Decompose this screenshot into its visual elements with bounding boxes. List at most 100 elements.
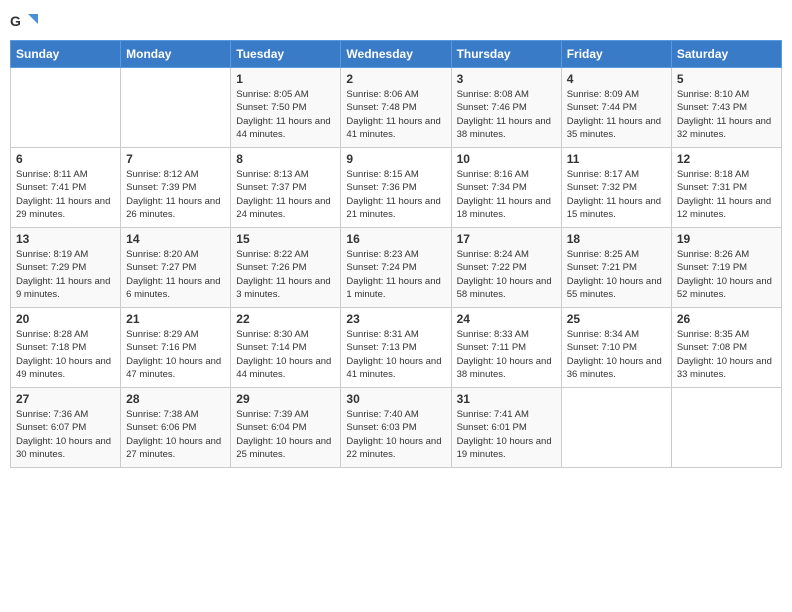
calendar-cell: 4 Sunrise: 8:09 AM Sunset: 7:44 PM Daylig… bbox=[561, 68, 671, 148]
day-number: 2 bbox=[346, 72, 445, 86]
day-number: 27 bbox=[16, 392, 115, 406]
day-detail: Sunrise: 8:30 AM Sunset: 7:14 PM Dayligh… bbox=[236, 328, 335, 381]
day-number: 28 bbox=[126, 392, 225, 406]
day-number: 10 bbox=[457, 152, 556, 166]
day-detail: Sunrise: 7:38 AM Sunset: 6:06 PM Dayligh… bbox=[126, 408, 225, 461]
calendar-cell: 19Sunrise: 8:26 AM Sunset: 7:19 PM Dayli… bbox=[671, 228, 781, 308]
weekday-header: Sunday bbox=[11, 41, 121, 68]
calendar-cell: 8 Sunrise: 8:13 AM Sunset: 7:37 PM Daylig… bbox=[231, 148, 341, 228]
day-detail: Sunrise: 8:20 AM Sunset: 7:27 PM Dayligh… bbox=[126, 248, 225, 301]
calendar-cell: 5 Sunrise: 8:10 AM Sunset: 7:43 PM Daylig… bbox=[671, 68, 781, 148]
calendar-cell bbox=[671, 388, 781, 468]
day-detail: Sunrise: 8:10 AM Sunset: 7:43 PM Dayligh… bbox=[677, 88, 776, 141]
day-number: 16 bbox=[346, 232, 445, 246]
day-detail: Sunrise: 8:15 AM Sunset: 7:36 PM Dayligh… bbox=[346, 168, 445, 221]
calendar-week-row: 1 Sunrise: 8:05 AM Sunset: 7:50 PM Daylig… bbox=[11, 68, 782, 148]
calendar-cell: 26Sunrise: 8:35 AM Sunset: 7:08 PM Dayli… bbox=[671, 308, 781, 388]
day-detail: Sunrise: 8:11 AM Sunset: 7:41 PM Dayligh… bbox=[16, 168, 115, 221]
day-detail: Sunrise: 8:34 AM Sunset: 7:10 PM Dayligh… bbox=[567, 328, 666, 381]
day-number: 1 bbox=[236, 72, 335, 86]
calendar-week-row: 27 Sunrise: 7:36 AM Sunset: 6:07 PM Dayli… bbox=[11, 388, 782, 468]
day-detail: Sunrise: 7:39 AM Sunset: 6:04 PM Dayligh… bbox=[236, 408, 335, 461]
calendar-cell bbox=[561, 388, 671, 468]
calendar-cell: 16Sunrise: 8:23 AM Sunset: 7:24 PM Dayli… bbox=[341, 228, 451, 308]
calendar-cell: 1 Sunrise: 8:05 AM Sunset: 7:50 PM Daylig… bbox=[231, 68, 341, 148]
day-detail: Sunrise: 8:24 AM Sunset: 7:22 PM Dayligh… bbox=[457, 248, 556, 301]
day-detail: Sunrise: 8:05 AM Sunset: 7:50 PM Dayligh… bbox=[236, 88, 335, 141]
day-number: 13 bbox=[16, 232, 115, 246]
calendar-cell: 6 Sunrise: 8:11 AM Sunset: 7:41 PM Daylig… bbox=[11, 148, 121, 228]
day-number: 3 bbox=[457, 72, 556, 86]
day-number: 9 bbox=[346, 152, 445, 166]
day-number: 31 bbox=[457, 392, 556, 406]
day-number: 15 bbox=[236, 232, 335, 246]
day-number: 17 bbox=[457, 232, 556, 246]
calendar-cell: 18 Sunrise: 8:25 AM Sunset: 7:21 PM Dayli… bbox=[561, 228, 671, 308]
weekday-header: Friday bbox=[561, 41, 671, 68]
calendar-cell: 2 Sunrise: 8:06 AM Sunset: 7:48 PM Daylig… bbox=[341, 68, 451, 148]
day-detail: Sunrise: 8:06 AM Sunset: 7:48 PM Dayligh… bbox=[346, 88, 445, 141]
day-number: 12 bbox=[677, 152, 776, 166]
day-detail: Sunrise: 8:22 AM Sunset: 7:26 PM Dayligh… bbox=[236, 248, 335, 301]
calendar-cell: 27 Sunrise: 7:36 AM Sunset: 6:07 PM Dayli… bbox=[11, 388, 121, 468]
day-detail: Sunrise: 8:12 AM Sunset: 7:39 PM Dayligh… bbox=[126, 168, 225, 221]
calendar-cell: 12 Sunrise: 8:18 AM Sunset: 7:31 PM Dayli… bbox=[671, 148, 781, 228]
calendar-week-row: 6 Sunrise: 8:11 AM Sunset: 7:41 PM Daylig… bbox=[11, 148, 782, 228]
day-number: 8 bbox=[236, 152, 335, 166]
calendar-cell: 22 Sunrise: 8:30 AM Sunset: 7:14 PM Dayli… bbox=[231, 308, 341, 388]
day-detail: Sunrise: 8:13 AM Sunset: 7:37 PM Dayligh… bbox=[236, 168, 335, 221]
calendar-cell: 20 Sunrise: 8:28 AM Sunset: 7:18 PM Dayli… bbox=[11, 308, 121, 388]
day-number: 7 bbox=[126, 152, 225, 166]
calendar-cell: 30 Sunrise: 7:40 AM Sunset: 6:03 PM Dayli… bbox=[341, 388, 451, 468]
calendar-cell: 10 Sunrise: 8:16 AM Sunset: 7:34 PM Dayli… bbox=[451, 148, 561, 228]
calendar-cell: 24Sunrise: 8:33 AM Sunset: 7:11 PM Dayli… bbox=[451, 308, 561, 388]
weekday-header-row: SundayMondayTuesdayWednesdayThursdayFrid… bbox=[11, 41, 782, 68]
logo-icon: G bbox=[10, 10, 38, 32]
weekday-header: Tuesday bbox=[231, 41, 341, 68]
day-detail: Sunrise: 8:16 AM Sunset: 7:34 PM Dayligh… bbox=[457, 168, 556, 221]
day-number: 5 bbox=[677, 72, 776, 86]
day-detail: Sunrise: 8:18 AM Sunset: 7:31 PM Dayligh… bbox=[677, 168, 776, 221]
day-number: 25 bbox=[567, 312, 666, 326]
calendar-cell: 7 Sunrise: 8:12 AM Sunset: 7:39 PM Daylig… bbox=[121, 148, 231, 228]
day-detail: Sunrise: 7:40 AM Sunset: 6:03 PM Dayligh… bbox=[346, 408, 445, 461]
calendar-cell: 9 Sunrise: 8:15 AM Sunset: 7:36 PM Daylig… bbox=[341, 148, 451, 228]
day-number: 23 bbox=[346, 312, 445, 326]
day-detail: Sunrise: 8:28 AM Sunset: 7:18 PM Dayligh… bbox=[16, 328, 115, 381]
day-number: 22 bbox=[236, 312, 335, 326]
day-detail: Sunrise: 8:33 AM Sunset: 7:11 PM Dayligh… bbox=[457, 328, 556, 381]
calendar-week-row: 13Sunrise: 8:19 AM Sunset: 7:29 PM Dayli… bbox=[11, 228, 782, 308]
day-detail: Sunrise: 8:35 AM Sunset: 7:08 PM Dayligh… bbox=[677, 328, 776, 381]
day-detail: Sunrise: 8:25 AM Sunset: 7:21 PM Dayligh… bbox=[567, 248, 666, 301]
calendar-cell: 31 Sunrise: 7:41 AM Sunset: 6:01 PM Dayli… bbox=[451, 388, 561, 468]
day-detail: Sunrise: 7:36 AM Sunset: 6:07 PM Dayligh… bbox=[16, 408, 115, 461]
day-detail: Sunrise: 8:09 AM Sunset: 7:44 PM Dayligh… bbox=[567, 88, 666, 141]
day-detail: Sunrise: 8:26 AM Sunset: 7:19 PM Dayligh… bbox=[677, 248, 776, 301]
day-detail: Sunrise: 8:31 AM Sunset: 7:13 PM Dayligh… bbox=[346, 328, 445, 381]
header: G bbox=[10, 10, 782, 32]
day-number: 11 bbox=[567, 152, 666, 166]
day-detail: Sunrise: 8:17 AM Sunset: 7:32 PM Dayligh… bbox=[567, 168, 666, 221]
weekday-header: Wednesday bbox=[341, 41, 451, 68]
day-number: 20 bbox=[16, 312, 115, 326]
calendar-cell bbox=[11, 68, 121, 148]
weekday-header: Saturday bbox=[671, 41, 781, 68]
weekday-header: Thursday bbox=[451, 41, 561, 68]
day-number: 14 bbox=[126, 232, 225, 246]
day-number: 6 bbox=[16, 152, 115, 166]
calendar-cell: 14 Sunrise: 8:20 AM Sunset: 7:27 PM Dayli… bbox=[121, 228, 231, 308]
calendar-cell: 28 Sunrise: 7:38 AM Sunset: 6:06 PM Dayli… bbox=[121, 388, 231, 468]
day-detail: Sunrise: 7:41 AM Sunset: 6:01 PM Dayligh… bbox=[457, 408, 556, 461]
calendar-table: SundayMondayTuesdayWednesdayThursdayFrid… bbox=[10, 40, 782, 468]
calendar-cell: 17 Sunrise: 8:24 AM Sunset: 7:22 PM Dayli… bbox=[451, 228, 561, 308]
day-number: 4 bbox=[567, 72, 666, 86]
day-number: 30 bbox=[346, 392, 445, 406]
day-number: 29 bbox=[236, 392, 335, 406]
day-number: 18 bbox=[567, 232, 666, 246]
calendar-cell bbox=[121, 68, 231, 148]
day-detail: Sunrise: 8:29 AM Sunset: 7:16 PM Dayligh… bbox=[126, 328, 225, 381]
svg-text:G: G bbox=[10, 13, 21, 29]
day-detail: Sunrise: 8:08 AM Sunset: 7:46 PM Dayligh… bbox=[457, 88, 556, 141]
calendar-cell: 23 Sunrise: 8:31 AM Sunset: 7:13 PM Dayli… bbox=[341, 308, 451, 388]
calendar-cell: 15 Sunrise: 8:22 AM Sunset: 7:26 PM Dayli… bbox=[231, 228, 341, 308]
